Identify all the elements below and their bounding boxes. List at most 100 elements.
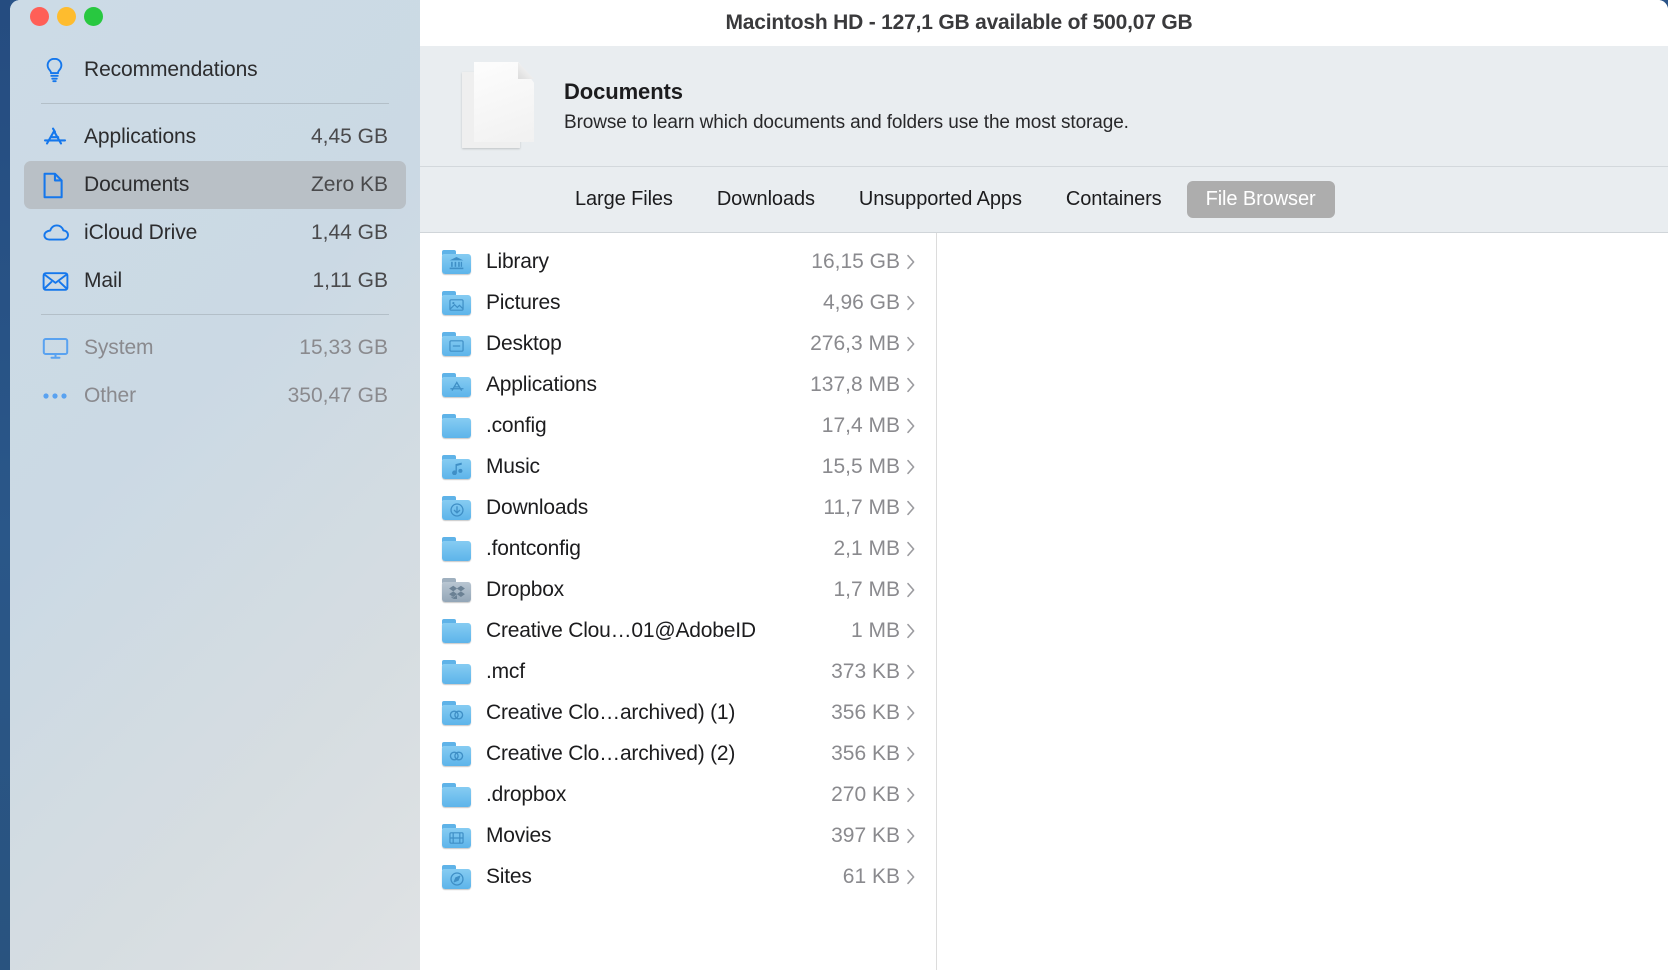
file-row[interactable]: Downloads 11,7 MB bbox=[420, 487, 936, 528]
sidebar-item-label: Documents bbox=[84, 173, 190, 196]
chevron-right-icon[interactable] bbox=[900, 254, 922, 270]
tab-bar: Large Files Downloads Unsupported Apps C… bbox=[420, 167, 1668, 233]
desktop-background bbox=[0, 0, 10, 970]
category-banner: Documents Browse to learn which document… bbox=[420, 46, 1668, 167]
sidebar-item-label: Mail bbox=[84, 269, 123, 292]
chevron-right-icon[interactable] bbox=[900, 295, 922, 311]
tab-large-files[interactable]: Large Files bbox=[556, 181, 692, 218]
file-size: 373 KB bbox=[831, 659, 900, 683]
chevron-right-icon[interactable] bbox=[900, 869, 922, 885]
folder-icon-compass bbox=[442, 864, 472, 889]
file-row[interactable]: Creative Clo…archived) (1) 356 KB bbox=[420, 692, 936, 733]
folder-icon-dropbox bbox=[442, 577, 472, 602]
chevron-right-icon[interactable] bbox=[900, 787, 922, 803]
file-name: Movies bbox=[486, 823, 552, 847]
banner-subtitle: Browse to learn which documents and fold… bbox=[564, 111, 1129, 133]
file-name: .config bbox=[486, 413, 547, 437]
folder-icon-plain bbox=[442, 413, 472, 438]
folder-icon-creativecloud bbox=[442, 700, 472, 725]
chevron-right-icon[interactable] bbox=[900, 541, 922, 557]
file-name: Dropbox bbox=[486, 577, 564, 601]
screen: Recommendations Applications 4,45 GB Doc… bbox=[0, 0, 1668, 970]
file-list-column[interactable]: Library 16,15 GB Pictures 4,96 GB Desktop 276… bbox=[420, 233, 937, 970]
chevron-right-icon[interactable] bbox=[900, 582, 922, 598]
window-controls bbox=[30, 7, 103, 26]
folder-icon-plain bbox=[442, 782, 472, 807]
chevron-right-icon[interactable] bbox=[900, 500, 922, 516]
file-size: 1,7 MB bbox=[833, 577, 900, 601]
chevron-right-icon[interactable] bbox=[900, 418, 922, 434]
file-row[interactable]: Sites 61 KB bbox=[420, 856, 936, 897]
sidebar-item-size: 1,44 GB bbox=[310, 221, 388, 244]
chevron-right-icon[interactable] bbox=[900, 377, 922, 393]
chevron-right-icon[interactable] bbox=[900, 459, 922, 475]
storage-management-window: Recommendations Applications 4,45 GB Doc… bbox=[10, 0, 1668, 970]
file-size: 356 KB bbox=[831, 700, 900, 724]
tab-containers[interactable]: Containers bbox=[1047, 181, 1181, 218]
file-row[interactable]: Library 16,15 GB bbox=[420, 241, 936, 282]
sidebar-item-mail[interactable]: Mail 1,11 GB bbox=[24, 257, 406, 305]
main-content: Macintosh HD - 127,1 GB available of 500… bbox=[420, 0, 1668, 970]
tab-unsupported-apps[interactable]: Unsupported Apps bbox=[840, 181, 1041, 218]
file-row[interactable]: .config 17,4 MB bbox=[420, 405, 936, 446]
file-browser: Library 16,15 GB Pictures 4,96 GB Desktop 276… bbox=[420, 233, 1668, 970]
file-row[interactable]: Pictures 4,96 GB bbox=[420, 282, 936, 323]
chevron-right-icon[interactable] bbox=[900, 705, 922, 721]
chevron-right-icon[interactable] bbox=[900, 828, 922, 844]
file-row[interactable]: Desktop 276,3 MB bbox=[420, 323, 936, 364]
sidebar-item-label: iCloud Drive bbox=[84, 221, 198, 244]
sidebar-item-system[interactable]: System 15,33 GB bbox=[24, 324, 406, 372]
file-row[interactable]: .fontconfig 2,1 MB bbox=[420, 528, 936, 569]
ellipsis-icon bbox=[42, 391, 76, 401]
close-button[interactable] bbox=[30, 7, 49, 26]
cloud-icon bbox=[42, 223, 76, 243]
folder-icon-film bbox=[442, 823, 472, 848]
sidebar-item-other[interactable]: Other 350,47 GB bbox=[24, 372, 406, 420]
document-icon bbox=[42, 172, 76, 199]
minimize-button[interactable] bbox=[57, 7, 76, 26]
file-row[interactable]: Creative Clou…01@AdobeID 1 MB bbox=[420, 610, 936, 651]
file-size: 11,7 MB bbox=[823, 495, 900, 519]
file-name: Pictures bbox=[486, 290, 561, 314]
sidebar-divider-bottom bbox=[41, 314, 389, 315]
maximize-button[interactable] bbox=[84, 7, 103, 26]
file-name: Library bbox=[486, 249, 549, 273]
tab-file-browser[interactable]: File Browser bbox=[1186, 181, 1335, 218]
sidebar: Recommendations Applications 4,45 GB Doc… bbox=[10, 0, 420, 970]
sidebar-item-size: 1,11 GB bbox=[312, 269, 389, 292]
file-row[interactable]: Movies 397 KB bbox=[420, 815, 936, 856]
folder-icon-creativecloud bbox=[442, 741, 472, 766]
file-row[interactable]: .dropbox 270 KB bbox=[420, 774, 936, 815]
sidebar-item-applications[interactable]: Applications 4,45 GB bbox=[24, 113, 406, 161]
sidebar-item-documents[interactable]: Documents Zero KB bbox=[24, 161, 406, 209]
file-size: 137,8 MB bbox=[810, 372, 900, 396]
file-row[interactable]: .mcf 373 KB bbox=[420, 651, 936, 692]
chevron-right-icon[interactable] bbox=[900, 623, 922, 639]
tab-downloads[interactable]: Downloads bbox=[698, 181, 834, 218]
file-size: 16,15 GB bbox=[811, 249, 900, 273]
file-name: Creative Clo…archived) (1) bbox=[486, 700, 736, 724]
chevron-right-icon[interactable] bbox=[900, 336, 922, 352]
folder-icon-plain bbox=[442, 659, 472, 684]
sidebar-item-size: Zero KB bbox=[310, 173, 388, 196]
file-row[interactable]: Dropbox 1,7 MB bbox=[420, 569, 936, 610]
file-size: 17,4 MB bbox=[821, 413, 900, 437]
folder-icon-download bbox=[442, 495, 472, 520]
file-name: Downloads bbox=[486, 495, 589, 519]
lightbulb-icon bbox=[42, 56, 76, 84]
sidebar-item-size: 350,47 GB bbox=[287, 384, 388, 407]
file-row[interactable]: Music 15,5 MB bbox=[420, 446, 936, 487]
file-name: Creative Clo…archived) (2) bbox=[486, 741, 736, 765]
sidebar-item-icloud-drive[interactable]: iCloud Drive 1,44 GB bbox=[24, 209, 406, 257]
folder-icon-desktop bbox=[442, 331, 472, 356]
sidebar-item-label: Applications bbox=[84, 125, 197, 148]
file-row[interactable]: Applications 137,8 MB bbox=[420, 364, 936, 405]
file-name: Sites bbox=[486, 864, 532, 888]
file-size: 270 KB bbox=[831, 782, 900, 806]
file-size: 397 KB bbox=[831, 823, 900, 847]
file-row[interactable]: Creative Clo…archived) (2) 356 KB bbox=[420, 733, 936, 774]
chevron-right-icon[interactable] bbox=[900, 746, 922, 762]
chevron-right-icon[interactable] bbox=[900, 664, 922, 680]
detail-column bbox=[937, 233, 1668, 970]
sidebar-item-recommendations[interactable]: Recommendations bbox=[24, 46, 406, 94]
